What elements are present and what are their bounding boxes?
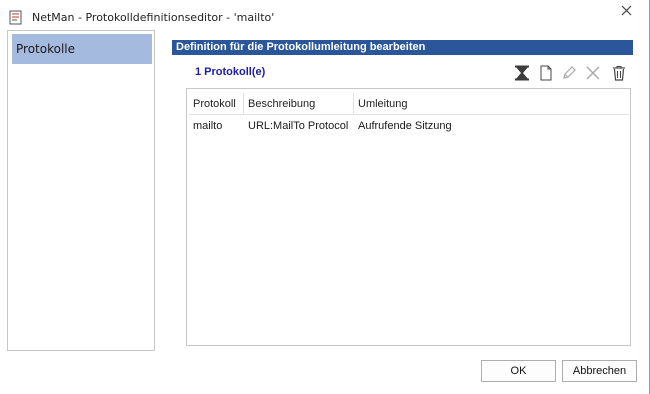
new-document-icon [539,65,553,84]
grid-header: Protokoll Beschreibung Umleitung [189,93,629,115]
cell-umleitung: Aufrufende Sitzung [358,120,452,132]
dialog-window: NetMan - Protokolldefinitionseditor - 'm… [0,0,650,394]
edit-pencil-icon [561,65,577,84]
filter-button[interactable] [513,64,531,84]
document-edit-icon [9,10,23,25]
ok-button[interactable]: OK [481,360,556,382]
trash-button[interactable] [610,64,628,84]
title-bar: NetMan - Protokolldefinitionseditor - 'm… [0,0,649,34]
close-button[interactable] [612,0,640,24]
cell-beschreibung: URL:MailTo Protocol [248,120,349,132]
record-count: 1 Protokoll(e) [195,66,266,78]
protocol-grid: Protokoll Beschreibung Umleitung mailto … [186,88,631,346]
sidebar-item-protokolle[interactable]: Protokolle [12,34,152,64]
delete-x-icon [586,66,600,83]
new-button[interactable] [537,64,555,84]
window-title: NetMan - Protokolldefinitionseditor - 'm… [32,11,275,24]
close-icon [621,5,632,19]
delete-button[interactable] [584,64,602,84]
trash-icon [611,65,627,84]
column-header-umleitung[interactable]: Umleitung [354,93,629,115]
edit-button[interactable] [560,64,578,84]
filter-icon [514,65,530,84]
cell-protokoll: mailto [193,120,223,132]
column-header-beschreibung[interactable]: Beschreibung [244,93,354,115]
table-row[interactable]: mailto URL:MailTo Protocol Aufrufende Si… [189,116,629,136]
section-title: Definition für die Protokollumleitung be… [172,40,633,55]
grid-toolbar [513,64,633,84]
sidebar: Protokolle [7,30,155,351]
column-header-protokoll[interactable]: Protokoll [189,93,244,115]
cancel-button[interactable]: Abbrechen [562,360,637,382]
